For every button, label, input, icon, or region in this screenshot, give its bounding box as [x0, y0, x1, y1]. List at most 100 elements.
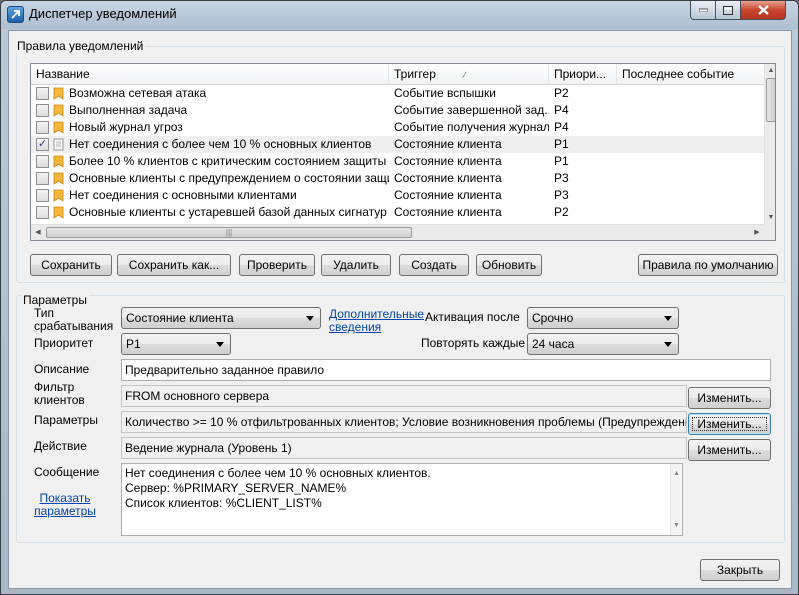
rule-trigger: Состояние клиента [394, 171, 502, 185]
hscroll-thumb[interactable]: ||| [46, 227, 412, 238]
delete-button[interactable]: Удалить [321, 254, 391, 276]
rule-checkbox[interactable] [36, 121, 49, 134]
column-trigger[interactable]: Триггер ∕ [389, 64, 549, 85]
rule-priority: P4 [554, 103, 569, 117]
change-parameters-button[interactable]: Изменить... [688, 413, 771, 435]
message-field[interactable]: Нет соединения с более чем 10 % основных… [121, 463, 683, 536]
check-button[interactable]: Проверить [239, 254, 315, 276]
default-rules-button[interactable]: Правила по умолчанию [638, 254, 778, 276]
maximize-button[interactable] [715, 1, 741, 20]
parameters-field: Количество >= 10 % отфильтрованных клиен… [121, 411, 687, 433]
close-button[interactable]: Закрыть [700, 559, 780, 581]
column-priority-label: Приори... [554, 67, 607, 81]
message-scrollbar[interactable]: ▲ ▼ [670, 464, 682, 535]
more-info-link[interactable]: Дополнительные сведения [329, 308, 424, 334]
rules-list[interactable]: Название Триггер ∕ Приори... Последнее со… [30, 63, 776, 241]
scroll-up-icon[interactable]: ▲ [673, 466, 680, 481]
column-name[interactable]: Название [31, 64, 389, 85]
rule-last-event [617, 204, 764, 221]
rule-trigger: Событие завершенной зад... [394, 103, 549, 117]
notification-rule-icon [53, 172, 64, 185]
rule-last-event [617, 119, 764, 136]
rule-trigger: Событие получения журнала [394, 120, 549, 134]
rule-name: Основные клиенты с предупреждением о сос… [69, 171, 389, 185]
show-parameters-link[interactable]: Показать параметры [33, 492, 97, 518]
rule-name: Основные клиенты с устаревшей базой данн… [69, 205, 389, 219]
focus-rect [692, 417, 767, 431]
scroll-thumb[interactable] [766, 78, 775, 122]
notification-rule-icon [53, 104, 64, 117]
title-bar[interactable]: Диспетчер уведомлений [1, 1, 798, 29]
rule-last-event [617, 153, 764, 170]
notification-rule-icon [53, 138, 64, 151]
close-window-button[interactable] [740, 1, 786, 20]
rule-checkbox[interactable] [36, 87, 49, 100]
rule-name: Новый журнал угроз [69, 120, 183, 134]
activation-select[interactable]: Срочно [527, 307, 679, 329]
activation-value: Срочно [532, 311, 574, 325]
rule-priority: P3 [554, 171, 569, 185]
column-last-event-label: Последнее событие [622, 67, 735, 81]
notification-manager-window: Диспетчер уведомлений Правила уведомлени… [0, 0, 799, 595]
column-last-event[interactable]: Последнее событие [617, 64, 764, 85]
rule-checkbox[interactable] [36, 172, 49, 185]
rule-checkbox[interactable] [36, 104, 49, 117]
minimize-button[interactable] [690, 1, 716, 20]
notification-rule-icon [53, 189, 64, 202]
scroll-down-icon[interactable]: ▼ [765, 211, 775, 224]
repeat-select[interactable]: 24 часа [527, 333, 679, 355]
table-row[interactable]: Нет соединения с основными клиентами Сост… [31, 187, 764, 204]
trigger-type-label: Тип срабатывания [34, 306, 114, 333]
rule-checkbox[interactable] [36, 155, 49, 168]
notification-rule-icon [53, 87, 64, 100]
table-row[interactable]: Возможна сетевая атака Событие вспышки P2 [31, 85, 764, 102]
sort-icon: ∕ [463, 70, 466, 80]
table-row[interactable]: Новый журнал угроз Событие получения журн… [31, 119, 764, 136]
rule-trigger: Событие вспышки [394, 86, 496, 100]
save-as-button[interactable]: Сохранить как... [117, 254, 231, 276]
rule-last-event [617, 136, 764, 153]
scroll-down-icon[interactable]: ▼ [673, 518, 680, 533]
notification-rule-icon [53, 121, 64, 134]
rules-group-title: Правила уведомлений [15, 39, 146, 53]
description-field[interactable]: Предварительно заданное правило [121, 359, 771, 381]
table-row[interactable]: Основные клиенты с предупреждением о сос… [31, 170, 764, 187]
rule-priority: P1 [554, 154, 569, 168]
maximize-icon [723, 5, 733, 15]
close-icon [757, 5, 769, 15]
change-client-filter-button[interactable]: Изменить... [688, 387, 771, 409]
table-row[interactable]: Основные клиенты с устаревшей базой данн… [31, 204, 764, 221]
table-row[interactable]: ✓ Нет соединения с более чем 10 % основны… [31, 136, 764, 153]
list-horizontal-scrollbar[interactable]: ◀ ||| ▶ [31, 224, 764, 240]
rule-priority: P2 [554, 86, 569, 100]
save-button[interactable]: Сохранить [30, 254, 112, 276]
rule-checkbox[interactable] [36, 189, 49, 202]
client-filter-label: Фильтр клиентов [34, 380, 85, 407]
list-header: Название Триггер ∕ Приори... Последнее со… [31, 64, 764, 85]
priority-select[interactable]: P1 [121, 333, 231, 355]
rule-checkbox[interactable]: ✓ [36, 138, 49, 151]
column-trigger-label: Триггер [394, 67, 436, 81]
refresh-button[interactable]: Обновить [476, 254, 542, 276]
scroll-left-icon[interactable]: ◀ [31, 225, 45, 240]
trigger-type-select[interactable]: Состояние клиента [121, 307, 321, 329]
message-label: Сообщение [34, 465, 100, 479]
rule-name: Нет соединения с основными клиентами [69, 188, 297, 202]
rule-priority: P1 [554, 137, 569, 151]
rule-last-event [617, 85, 764, 102]
activation-label: Активация после [425, 310, 520, 324]
rule-trigger: Состояние клиента [394, 205, 502, 219]
scroll-right-icon[interactable]: ▶ [750, 225, 764, 240]
table-row[interactable]: Более 10 % клиентов с критическим состоя… [31, 153, 764, 170]
list-vertical-scrollbar[interactable]: ▲ ▼ [764, 64, 775, 224]
chevron-down-icon [664, 342, 672, 347]
change-action-button[interactable]: Изменить... [688, 439, 771, 461]
rule-priority: P2 [554, 205, 569, 219]
table-row[interactable]: Выполненная задача Событие завершенной за… [31, 102, 764, 119]
create-button[interactable]: Создать [399, 254, 469, 276]
chevron-down-icon [306, 316, 314, 321]
rule-checkbox[interactable] [36, 206, 49, 219]
scroll-up-icon[interactable]: ▲ [765, 64, 775, 77]
rule-trigger: Состояние клиента [394, 188, 502, 202]
column-priority[interactable]: Приори... [549, 64, 617, 85]
